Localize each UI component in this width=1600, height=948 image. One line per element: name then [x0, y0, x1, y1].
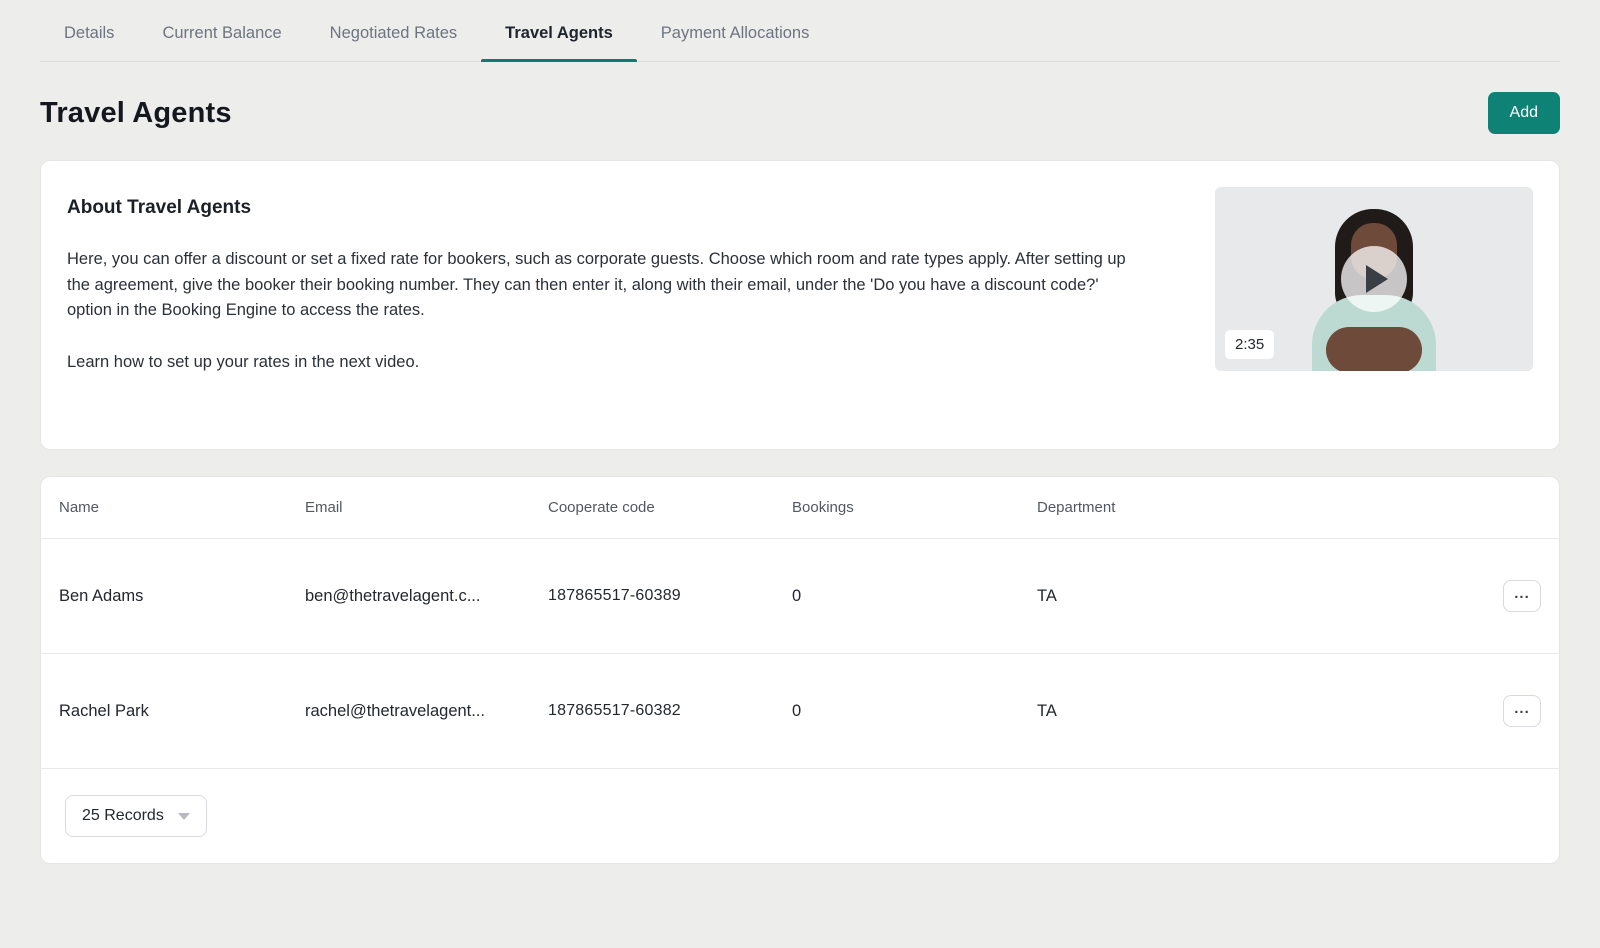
- play-triangle-icon: [1366, 265, 1388, 293]
- cell-email: rachel@thetravelagent...: [305, 701, 486, 720]
- cell-cooperate-code: 187865517-60382: [548, 702, 681, 719]
- person-arms: [1326, 327, 1422, 371]
- about-card: About Travel Agents Here, you can offer …: [40, 160, 1560, 450]
- column-header-email: Email: [305, 499, 343, 516]
- video-thumbnail[interactable]: 2:35: [1215, 187, 1533, 371]
- column-header-bookings: Bookings: [792, 499, 854, 516]
- row-actions: ...: [1445, 580, 1541, 612]
- page-header: Travel Agents Add: [40, 62, 1560, 160]
- cell-department: TA: [1037, 586, 1057, 605]
- row-actions: ...: [1445, 695, 1541, 727]
- column-header-cooperate-code: Cooperate code: [548, 499, 655, 516]
- tab-travel-agents[interactable]: Travel Agents: [481, 14, 637, 62]
- chevron-down-icon: [177, 812, 190, 820]
- cell-bookings: 0: [792, 701, 802, 720]
- row-menu-button[interactable]: ...: [1503, 695, 1541, 727]
- cell-bookings: 0: [792, 586, 802, 605]
- records-per-page-select[interactable]: 25 Records: [65, 795, 207, 837]
- tab-details[interactable]: Details: [40, 14, 138, 61]
- cell-name: Ben Adams: [59, 586, 144, 605]
- cell-email: ben@thetravelagent.c...: [305, 586, 481, 605]
- tab-bar: Details Current Balance Negotiated Rates…: [40, 0, 1560, 62]
- row-menu-button[interactable]: ...: [1503, 580, 1541, 612]
- table-row: Rachel Park rachel@thetravelagent... 187…: [41, 654, 1559, 769]
- about-text: About Travel Agents Here, you can offer …: [67, 187, 1127, 423]
- about-title: About Travel Agents: [67, 197, 252, 218]
- play-icon[interactable]: [1341, 246, 1407, 312]
- cell-cooperate-code: 187865517-60389: [548, 587, 681, 604]
- add-button[interactable]: Add: [1487, 92, 1560, 134]
- table-header-row: Name Email Cooperate code Bookings Depar…: [41, 477, 1559, 539]
- video-duration-badge: 2:35: [1225, 330, 1275, 359]
- about-paragraph-2: Learn how to set up your rates in the ne…: [67, 352, 420, 371]
- cell-name: Rachel Park: [59, 701, 149, 720]
- records-per-page-value: 25 Records: [82, 807, 164, 824]
- about-paragraph-1: Here, you can offer a discount or set a …: [67, 250, 1126, 319]
- column-header-department: Department: [1037, 499, 1116, 516]
- column-header-name: Name: [59, 499, 100, 516]
- table-footer: 25 Records: [41, 769, 1559, 863]
- tab-payment-allocations[interactable]: Payment Allocations: [637, 14, 834, 61]
- tab-current-balance[interactable]: Current Balance: [138, 14, 305, 61]
- travel-agents-table: Name Email Cooperate code Bookings Depar…: [40, 476, 1560, 864]
- tab-negotiated-rates[interactable]: Negotiated Rates: [306, 14, 482, 61]
- page-title: Travel Agents: [40, 96, 232, 129]
- cell-department: TA: [1037, 701, 1057, 720]
- table-row: Ben Adams ben@thetravelagent.c... 187865…: [41, 539, 1559, 654]
